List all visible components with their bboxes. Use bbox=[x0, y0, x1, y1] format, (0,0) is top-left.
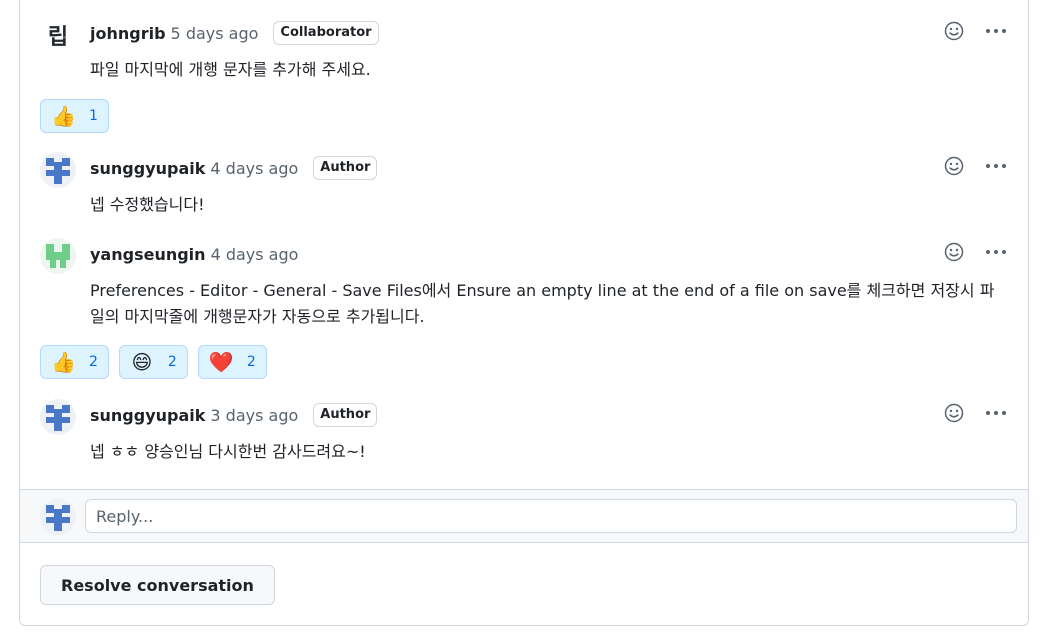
avatar[interactable] bbox=[40, 399, 76, 435]
reply-input[interactable] bbox=[85, 499, 1017, 533]
comment-header: sunggyupaik 3 days ago Author bbox=[90, 399, 378, 431]
reaction-laugh[interactable]: 😄 2 bbox=[118, 345, 188, 379]
timestamp[interactable]: 4 days ago bbox=[210, 159, 298, 178]
role-badge: Collaborator bbox=[273, 21, 379, 45]
comment-header: johngrib 5 days ago Collaborator bbox=[90, 17, 379, 49]
thumbs-up-icon: 👍 bbox=[51, 350, 76, 374]
comment-header: yangseungin 4 days ago bbox=[90, 238, 298, 270]
reaction-thumbs-up[interactable]: 👍 1 bbox=[40, 99, 109, 133]
reactions-1: 👍 1 bbox=[40, 99, 109, 133]
add-reaction-icon[interactable] bbox=[942, 19, 966, 43]
review-thread: 립 johngrib 5 days ago Collaborator 파일 마지… bbox=[19, 0, 1029, 626]
timestamp[interactable]: 4 days ago bbox=[211, 245, 299, 264]
timestamp[interactable]: 5 days ago bbox=[171, 24, 259, 43]
author-link[interactable]: johngrib bbox=[90, 24, 166, 43]
more-options-icon[interactable] bbox=[984, 401, 1008, 425]
reaction-count: 2 bbox=[89, 354, 98, 370]
comment-actions bbox=[942, 19, 1008, 43]
author-link[interactable]: sunggyupaik bbox=[90, 406, 205, 425]
avatar[interactable]: 립 bbox=[40, 17, 76, 53]
comment-actions bbox=[942, 240, 1008, 264]
comment-actions bbox=[942, 154, 1008, 178]
author-link[interactable]: yangseungin bbox=[90, 245, 206, 264]
comment-body-line: 일의 마지막줄에 개행문자가 자동으로 추가됩니다. bbox=[90, 307, 425, 326]
reactions-3: 👍 2 😄 2 ❤️ 2 bbox=[40, 345, 267, 379]
avatar bbox=[40, 499, 76, 535]
avatar[interactable] bbox=[40, 238, 76, 274]
comment-body: 파일 마지막에 개행 문자를 추가해 주세요. bbox=[90, 60, 371, 79]
thumbs-up-icon: 👍 bbox=[51, 104, 76, 128]
more-options-icon[interactable] bbox=[984, 19, 1008, 43]
comment-actions bbox=[942, 401, 1008, 425]
reply-bar bbox=[20, 489, 1028, 543]
reaction-count: 2 bbox=[167, 354, 177, 370]
resolve-conversation-button[interactable]: Resolve conversation bbox=[40, 565, 275, 605]
reaction-count: 2 bbox=[246, 354, 256, 370]
reaction-thumbs-up[interactable]: 👍 2 bbox=[40, 345, 109, 379]
reaction-count: 1 bbox=[89, 108, 98, 124]
comment-body: 넵 수정했습니다! bbox=[90, 195, 205, 214]
role-badge: Author bbox=[313, 403, 378, 427]
role-badge: Author bbox=[313, 156, 378, 180]
comment-header: sunggyupaik 4 days ago Author bbox=[90, 152, 378, 184]
reaction-heart[interactable]: ❤️ 2 bbox=[197, 345, 267, 379]
comment-body: Preferences - Editor - General - Save Fi… bbox=[90, 278, 1005, 330]
timestamp[interactable]: 3 days ago bbox=[210, 406, 298, 425]
add-reaction-icon[interactable] bbox=[942, 154, 966, 178]
more-options-icon[interactable] bbox=[984, 240, 1008, 264]
laugh-icon: 😄 bbox=[131, 350, 153, 374]
add-reaction-icon[interactable] bbox=[942, 401, 966, 425]
more-options-icon[interactable] bbox=[984, 154, 1008, 178]
comment-body: 넵 ㅎㅎ 양승인님 다시한번 감사드려요~! bbox=[90, 442, 366, 461]
heart-icon: ❤️ bbox=[208, 350, 234, 374]
author-link[interactable]: sunggyupaik bbox=[90, 159, 205, 178]
comment-body-line: Preferences - Editor - General - Save Fi… bbox=[90, 281, 995, 300]
add-reaction-icon[interactable] bbox=[942, 240, 966, 264]
avatar[interactable] bbox=[40, 152, 76, 188]
